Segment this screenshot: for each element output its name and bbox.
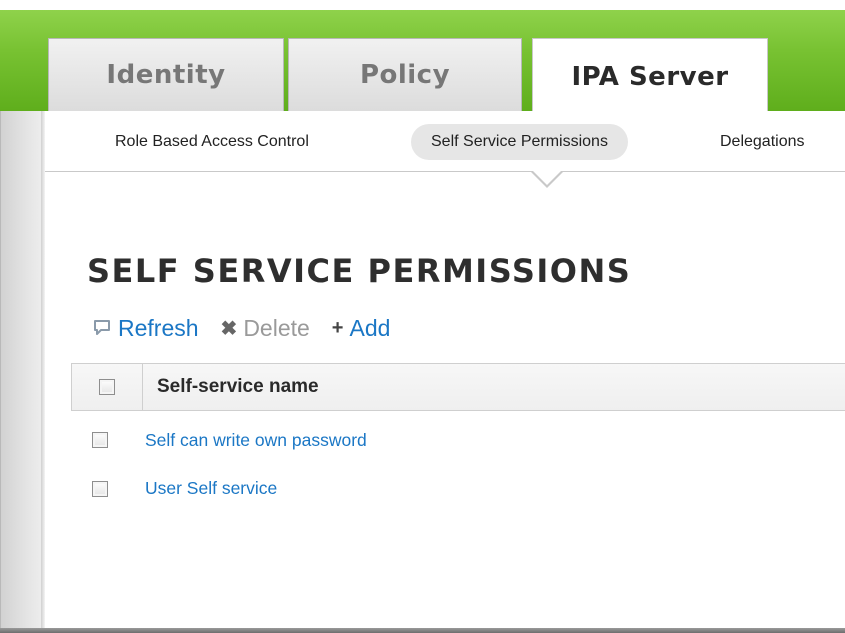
refresh-icon <box>92 319 112 337</box>
x-icon: ✖ <box>220 317 238 340</box>
app-window: Identity Policy IPA Server Role Based Ac… <box>0 0 845 633</box>
subnav-item-delegations[interactable]: Delegations <box>700 124 825 160</box>
row-link-user-self-service[interactable]: User Self service <box>145 478 277 499</box>
left-gutter-edge <box>41 111 45 630</box>
tab-ipa-server[interactable]: IPA Server <box>532 38 768 114</box>
delete-button[interactable]: ✖ Delete <box>221 315 310 342</box>
row-checkbox[interactable] <box>92 432 108 448</box>
plus-icon: + <box>331 316 344 339</box>
subnav: Role Based Access Control Self Service P… <box>45 111 845 172</box>
subnav-item-self-service-permissions[interactable]: Self Service Permissions <box>411 124 628 160</box>
refresh-button[interactable]: Refresh <box>92 315 199 342</box>
row-checkbox[interactable] <box>92 481 108 497</box>
column-header-self-service-name[interactable]: Self-service name <box>157 364 319 410</box>
subnav-pointer-fill <box>532 170 562 185</box>
left-gutter <box>0 111 42 630</box>
delete-label: Delete <box>243 314 310 341</box>
add-button[interactable]: + Add <box>332 315 391 342</box>
window-bottom-edge <box>0 628 845 633</box>
row-link-self-can-write-own-password[interactable]: Self can write own password <box>145 430 367 451</box>
tab-identity[interactable]: Identity <box>48 38 284 111</box>
refresh-label: Refresh <box>118 314 199 341</box>
add-label: Add <box>349 314 391 341</box>
table-header: Self-service name <box>71 363 845 411</box>
page-title: SELF SERVICE PERMISSIONS <box>87 252 632 290</box>
tab-policy[interactable]: Policy <box>288 38 522 111</box>
action-bar: Refresh ✖ Delete + Add <box>92 313 412 343</box>
select-all-checkbox[interactable] <box>99 379 115 395</box>
subnav-item-role-based-access-control[interactable]: Role Based Access Control <box>95 124 329 160</box>
select-all-cell <box>71 364 143 410</box>
